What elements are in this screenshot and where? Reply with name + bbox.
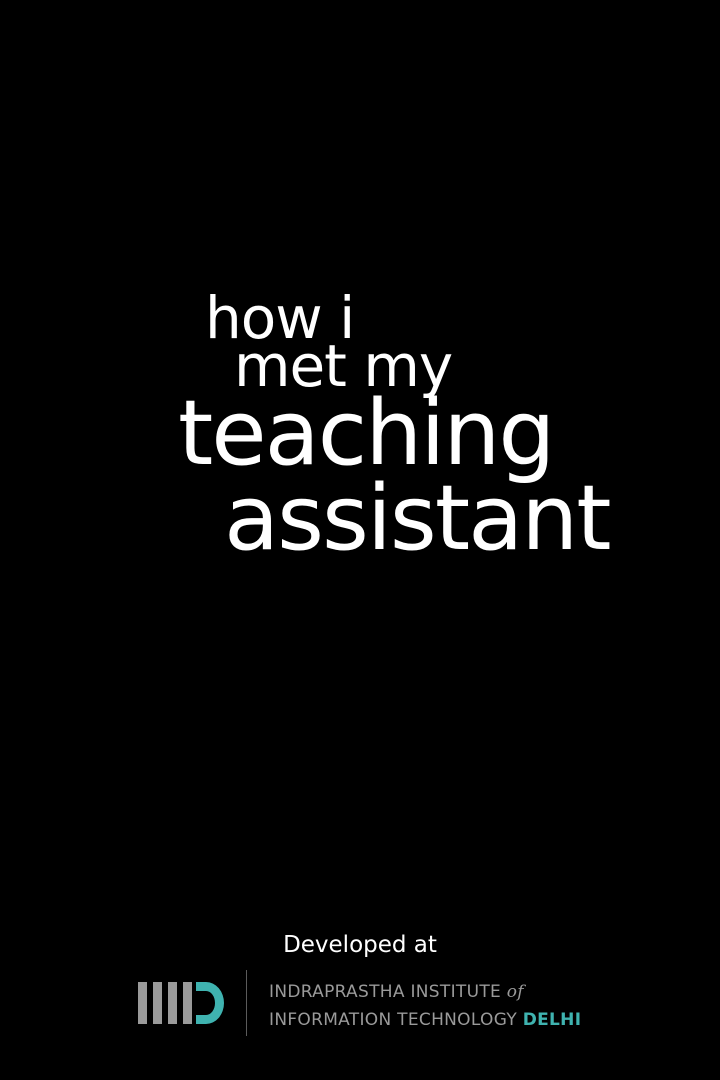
app-title: how i met my teaching assistant xyxy=(0,0,720,600)
institute-name-line1-of: of xyxy=(506,982,524,1002)
institute-name-line1: INDRAPRASTHA INSTITUTE of xyxy=(269,978,581,1006)
iiitd-logo-icon xyxy=(138,982,224,1024)
splash-screen: { "title": { "line1": "how i", "line2": … xyxy=(0,0,720,1080)
institute-name-line2-main: INFORMATION TECHNOLOGY xyxy=(269,1010,523,1030)
institute-name: INDRAPRASTHA INSTITUTE of INFORMATION TE… xyxy=(269,978,581,1034)
institute-logo: INDRAPRASTHA INSTITUTE of INFORMATION TE… xyxy=(136,968,596,1038)
title-line-assistant: assistant xyxy=(224,466,612,571)
institute-name-line1-main: INDRAPRASTHA INSTITUTE xyxy=(269,982,507,1002)
developed-at-label: Developed at xyxy=(0,932,720,958)
institute-name-delhi: DELHI xyxy=(522,1010,582,1030)
institute-name-line2: INFORMATION TECHNOLOGY DELHI xyxy=(269,1006,581,1034)
logo-divider xyxy=(246,970,247,1036)
developed-at-text: Developed at xyxy=(283,932,437,958)
